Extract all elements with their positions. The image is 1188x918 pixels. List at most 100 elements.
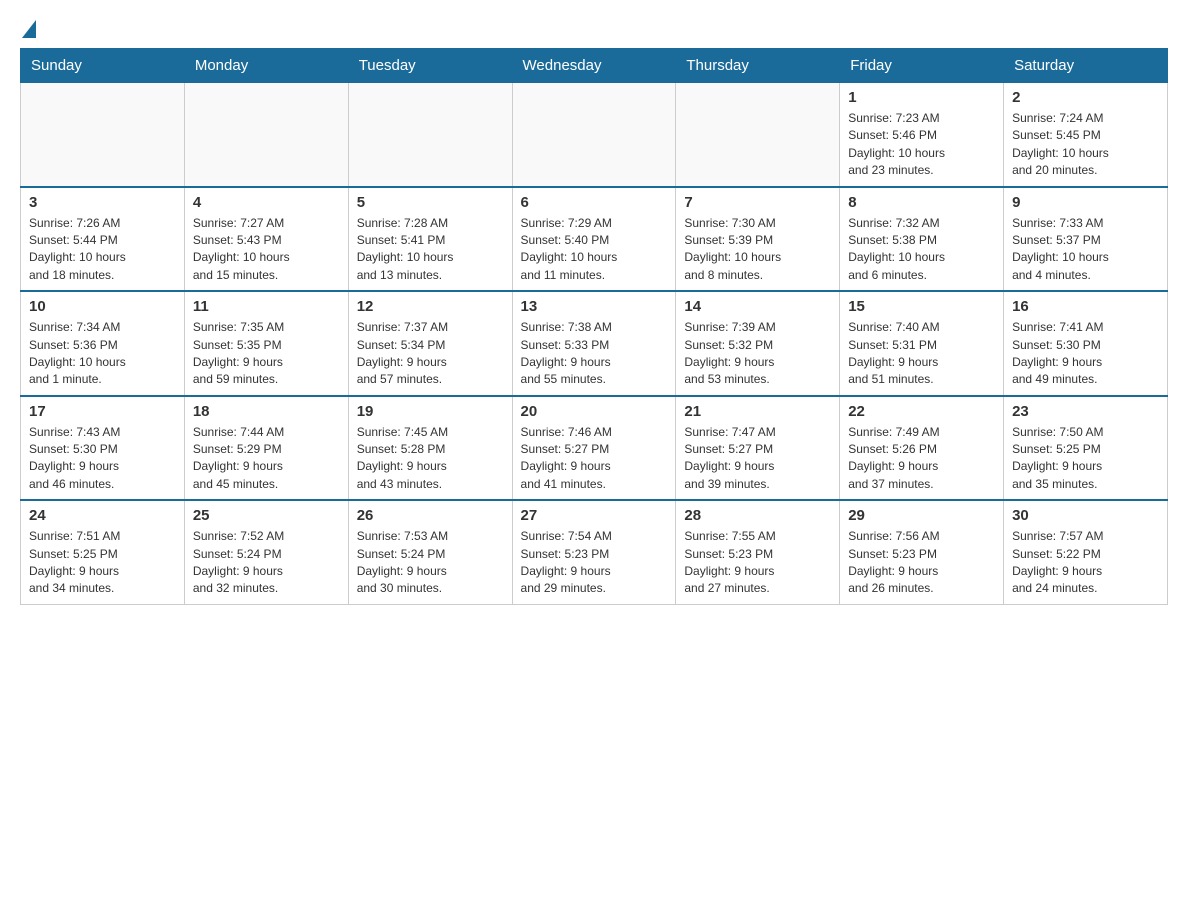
calendar-cell: 1 Sunrise: 7:23 AM Sunset: 5:46 PM Daylig… (840, 83, 1004, 187)
day-number: 7 (684, 194, 831, 211)
calendar-cell: 8 Sunrise: 7:32 AM Sunset: 5:38 PM Daylig… (840, 187, 1004, 292)
calendar-cell: 23 Sunrise: 7:50 AM Sunset: 5:25 PM Dayli… (1004, 396, 1168, 501)
calendar-cell: 7 Sunrise: 7:30 AM Sunset: 5:39 PM Daylig… (676, 187, 840, 292)
day-number: 1 (848, 89, 995, 106)
day-info: Sunrise: 7:34 AM Sunset: 5:36 PM Dayligh… (29, 319, 176, 389)
calendar-cell: 26 Sunrise: 7:53 AM Sunset: 5:24 PM Dayli… (348, 500, 512, 604)
day-number: 24 (29, 507, 176, 524)
day-number: 27 (521, 507, 668, 524)
day-info: Sunrise: 7:32 AM Sunset: 5:38 PM Dayligh… (848, 215, 995, 285)
day-info: Sunrise: 7:30 AM Sunset: 5:39 PM Dayligh… (684, 215, 831, 285)
calendar-cell: 10 Sunrise: 7:34 AM Sunset: 5:36 PM Dayli… (21, 291, 185, 396)
calendar-cell: 4 Sunrise: 7:27 AM Sunset: 5:43 PM Daylig… (184, 187, 348, 292)
day-number: 17 (29, 403, 176, 420)
day-info: Sunrise: 7:24 AM Sunset: 5:45 PM Dayligh… (1012, 110, 1159, 180)
calendar-cell: 22 Sunrise: 7:49 AM Sunset: 5:26 PM Dayli… (840, 396, 1004, 501)
calendar-cell: 16 Sunrise: 7:41 AM Sunset: 5:30 PM Dayli… (1004, 291, 1168, 396)
day-number: 29 (848, 507, 995, 524)
day-info: Sunrise: 7:49 AM Sunset: 5:26 PM Dayligh… (848, 424, 995, 494)
calendar-cell: 13 Sunrise: 7:38 AM Sunset: 5:33 PM Dayli… (512, 291, 676, 396)
weekday-header-wednesday: Wednesday (512, 49, 676, 83)
calendar-week-1: 1 Sunrise: 7:23 AM Sunset: 5:46 PM Daylig… (21, 83, 1168, 187)
day-info: Sunrise: 7:40 AM Sunset: 5:31 PM Dayligh… (848, 319, 995, 389)
day-info: Sunrise: 7:28 AM Sunset: 5:41 PM Dayligh… (357, 215, 504, 285)
day-info: Sunrise: 7:51 AM Sunset: 5:25 PM Dayligh… (29, 528, 176, 598)
day-number: 9 (1012, 194, 1159, 211)
weekday-header-sunday: Sunday (21, 49, 185, 83)
day-number: 2 (1012, 89, 1159, 106)
day-number: 14 (684, 298, 831, 315)
calendar-cell (348, 83, 512, 187)
day-number: 20 (521, 403, 668, 420)
calendar-cell: 9Sunrise: 7:33 AM Sunset: 5:37 PM Daylig… (1004, 187, 1168, 292)
day-number: 8 (848, 194, 995, 211)
day-info: Sunrise: 7:46 AM Sunset: 5:27 PM Dayligh… (521, 424, 668, 494)
day-number: 11 (193, 298, 340, 315)
day-info: Sunrise: 7:47 AM Sunset: 5:27 PM Dayligh… (684, 424, 831, 494)
day-info: Sunrise: 7:29 AM Sunset: 5:40 PM Dayligh… (521, 215, 668, 285)
day-info: Sunrise: 7:56 AM Sunset: 5:23 PM Dayligh… (848, 528, 995, 598)
calendar-cell: 24 Sunrise: 7:51 AM Sunset: 5:25 PM Dayli… (21, 500, 185, 604)
weekday-header-friday: Friday (840, 49, 1004, 83)
calendar-week-2: 3 Sunrise: 7:26 AM Sunset: 5:44 PM Daylig… (21, 187, 1168, 292)
day-number: 23 (1012, 403, 1159, 420)
calendar-cell: 20 Sunrise: 7:46 AM Sunset: 5:27 PM Dayli… (512, 396, 676, 501)
day-info: Sunrise: 7:26 AM Sunset: 5:44 PM Dayligh… (29, 215, 176, 285)
calendar-cell: 28 Sunrise: 7:55 AM Sunset: 5:23 PM Dayli… (676, 500, 840, 604)
calendar-cell: 15 Sunrise: 7:40 AM Sunset: 5:31 PM Dayli… (840, 291, 1004, 396)
day-number: 6 (521, 194, 668, 211)
day-number: 28 (684, 507, 831, 524)
weekday-header-row: SundayMondayTuesdayWednesdayThursdayFrid… (21, 49, 1168, 83)
day-info: Sunrise: 7:27 AM Sunset: 5:43 PM Dayligh… (193, 215, 340, 285)
page-header (20, 20, 1168, 38)
weekday-header-thursday: Thursday (676, 49, 840, 83)
logo (20, 20, 38, 38)
weekday-header-tuesday: Tuesday (348, 49, 512, 83)
day-info: Sunrise: 7:35 AM Sunset: 5:35 PM Dayligh… (193, 319, 340, 389)
calendar-cell: 18Sunrise: 7:44 AM Sunset: 5:29 PM Dayli… (184, 396, 348, 501)
calendar-week-4: 17 Sunrise: 7:43 AM Sunset: 5:30 PM Dayli… (21, 396, 1168, 501)
weekday-header-monday: Monday (184, 49, 348, 83)
day-number: 16 (1012, 298, 1159, 315)
calendar-cell: 14 Sunrise: 7:39 AM Sunset: 5:32 PM Dayli… (676, 291, 840, 396)
day-number: 12 (357, 298, 504, 315)
day-number: 21 (684, 403, 831, 420)
day-number: 10 (29, 298, 176, 315)
calendar-cell: 21 Sunrise: 7:47 AM Sunset: 5:27 PM Dayli… (676, 396, 840, 501)
day-info: Sunrise: 7:53 AM Sunset: 5:24 PM Dayligh… (357, 528, 504, 598)
calendar-cell: 19Sunrise: 7:45 AM Sunset: 5:28 PM Dayli… (348, 396, 512, 501)
calendar-cell: 30Sunrise: 7:57 AM Sunset: 5:22 PM Dayli… (1004, 500, 1168, 604)
calendar-cell: 12Sunrise: 7:37 AM Sunset: 5:34 PM Dayli… (348, 291, 512, 396)
day-number: 3 (29, 194, 176, 211)
calendar-week-3: 10 Sunrise: 7:34 AM Sunset: 5:36 PM Dayli… (21, 291, 1168, 396)
day-number: 30 (1012, 507, 1159, 524)
day-info: Sunrise: 7:45 AM Sunset: 5:28 PM Dayligh… (357, 424, 504, 494)
day-number: 4 (193, 194, 340, 211)
calendar-week-5: 24 Sunrise: 7:51 AM Sunset: 5:25 PM Dayli… (21, 500, 1168, 604)
day-number: 26 (357, 507, 504, 524)
day-info: Sunrise: 7:50 AM Sunset: 5:25 PM Dayligh… (1012, 424, 1159, 494)
calendar-cell: 5 Sunrise: 7:28 AM Sunset: 5:41 PM Daylig… (348, 187, 512, 292)
day-number: 5 (357, 194, 504, 211)
weekday-header-saturday: Saturday (1004, 49, 1168, 83)
calendar-cell: 11 Sunrise: 7:35 AM Sunset: 5:35 PM Dayli… (184, 291, 348, 396)
calendar-cell: 29 Sunrise: 7:56 AM Sunset: 5:23 PM Dayli… (840, 500, 1004, 604)
calendar-cell (676, 83, 840, 187)
calendar-cell: 25 Sunrise: 7:52 AM Sunset: 5:24 PM Dayli… (184, 500, 348, 604)
day-info: Sunrise: 7:23 AM Sunset: 5:46 PM Dayligh… (848, 110, 995, 180)
day-info: Sunrise: 7:52 AM Sunset: 5:24 PM Dayligh… (193, 528, 340, 598)
logo-triangle-icon (22, 20, 36, 38)
calendar-cell: 6 Sunrise: 7:29 AM Sunset: 5:40 PM Daylig… (512, 187, 676, 292)
day-info: Sunrise: 7:38 AM Sunset: 5:33 PM Dayligh… (521, 319, 668, 389)
calendar-cell: 27Sunrise: 7:54 AM Sunset: 5:23 PM Dayli… (512, 500, 676, 604)
day-number: 25 (193, 507, 340, 524)
day-info: Sunrise: 7:39 AM Sunset: 5:32 PM Dayligh… (684, 319, 831, 389)
day-number: 15 (848, 298, 995, 315)
day-number: 13 (521, 298, 668, 315)
day-info: Sunrise: 7:41 AM Sunset: 5:30 PM Dayligh… (1012, 319, 1159, 389)
day-info: Sunrise: 7:43 AM Sunset: 5:30 PM Dayligh… (29, 424, 176, 494)
calendar-cell: 2 Sunrise: 7:24 AM Sunset: 5:45 PM Daylig… (1004, 83, 1168, 187)
day-info: Sunrise: 7:55 AM Sunset: 5:23 PM Dayligh… (684, 528, 831, 598)
day-number: 22 (848, 403, 995, 420)
calendar-cell (21, 83, 185, 187)
